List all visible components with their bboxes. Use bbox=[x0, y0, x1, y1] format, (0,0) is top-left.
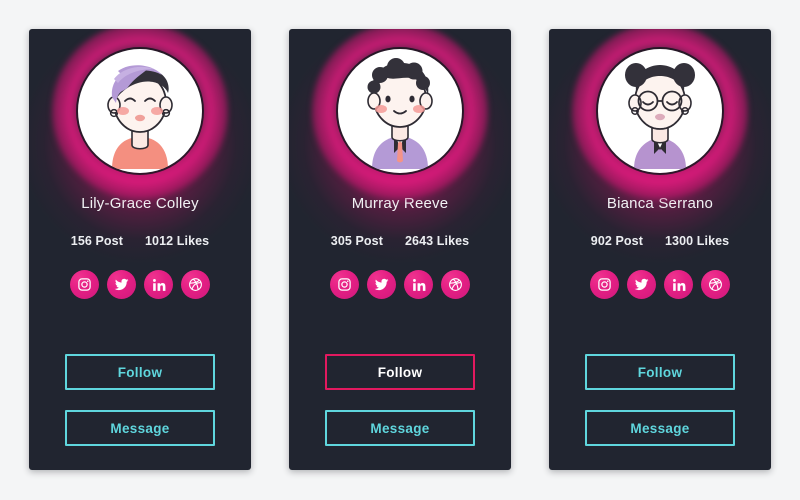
message-button[interactable]: Message bbox=[65, 410, 215, 446]
twitter-link[interactable] bbox=[367, 270, 396, 299]
social-links bbox=[70, 270, 210, 299]
dribbble-icon bbox=[708, 277, 723, 292]
twitter-link[interactable] bbox=[627, 270, 656, 299]
dribbble-icon bbox=[188, 277, 203, 292]
instagram-link[interactable] bbox=[70, 270, 99, 299]
twitter-icon bbox=[634, 277, 649, 292]
follow-button[interactable]: Follow bbox=[325, 354, 475, 390]
card-actions: Follow Message bbox=[65, 354, 215, 446]
post-count: 305 Post bbox=[330, 234, 383, 248]
instagram-icon bbox=[77, 277, 92, 292]
like-count: 1300 Likes bbox=[664, 234, 730, 248]
instagram-link[interactable] bbox=[590, 270, 619, 299]
message-button[interactable]: Message bbox=[325, 410, 475, 446]
profile-card: Murray Reeve 305 Post 2643 Likes Follow … bbox=[289, 29, 511, 470]
profile-stats: 305 Post 2643 Likes bbox=[331, 234, 469, 248]
card-actions: Follow Message bbox=[325, 354, 475, 446]
avatar-container bbox=[572, 29, 748, 199]
instagram-icon bbox=[597, 277, 612, 292]
social-links bbox=[330, 270, 470, 299]
social-links bbox=[590, 270, 730, 299]
avatar-container bbox=[312, 29, 488, 199]
dribbble-link[interactable] bbox=[441, 270, 470, 299]
like-count: 1012 Likes bbox=[144, 234, 210, 248]
profile-name: Bianca Serrano bbox=[606, 195, 714, 212]
linkedin-icon bbox=[152, 278, 166, 292]
like-count: 2643 Likes bbox=[404, 234, 470, 248]
linkedin-link[interactable] bbox=[144, 270, 173, 299]
dribbble-link[interactable] bbox=[181, 270, 210, 299]
profile-name: Murray Reeve bbox=[351, 195, 449, 212]
twitter-icon bbox=[114, 277, 129, 292]
linkedin-link[interactable] bbox=[404, 270, 433, 299]
linkedin-icon bbox=[672, 278, 686, 292]
profile-card: Lily-Grace Colley 156 Post 1012 Likes Fo… bbox=[29, 29, 251, 470]
profile-stats: 902 Post 1300 Likes bbox=[591, 234, 729, 248]
card-actions: Follow Message bbox=[585, 354, 735, 446]
profile-name: Lily-Grace Colley bbox=[81, 195, 199, 212]
avatar bbox=[338, 49, 462, 173]
dribbble-link[interactable] bbox=[701, 270, 730, 299]
linkedin-link[interactable] bbox=[664, 270, 693, 299]
avatar bbox=[78, 49, 202, 173]
instagram-icon bbox=[337, 277, 352, 292]
follow-button[interactable]: Follow bbox=[585, 354, 735, 390]
twitter-link[interactable] bbox=[107, 270, 136, 299]
instagram-link[interactable] bbox=[330, 270, 359, 299]
follow-button[interactable]: Follow bbox=[65, 354, 215, 390]
avatar bbox=[598, 49, 722, 173]
profile-card-board: Lily-Grace Colley 156 Post 1012 Likes Fo… bbox=[0, 0, 800, 500]
profile-card: Bianca Serrano 902 Post 1300 Likes Follo… bbox=[549, 29, 771, 470]
linkedin-icon bbox=[412, 278, 426, 292]
message-button[interactable]: Message bbox=[585, 410, 735, 446]
dribbble-icon bbox=[448, 277, 463, 292]
twitter-icon bbox=[374, 277, 389, 292]
post-count: 156 Post bbox=[70, 234, 123, 248]
avatar-container bbox=[52, 29, 228, 199]
post-count: 902 Post bbox=[590, 234, 643, 248]
profile-stats: 156 Post 1012 Likes bbox=[71, 234, 209, 248]
